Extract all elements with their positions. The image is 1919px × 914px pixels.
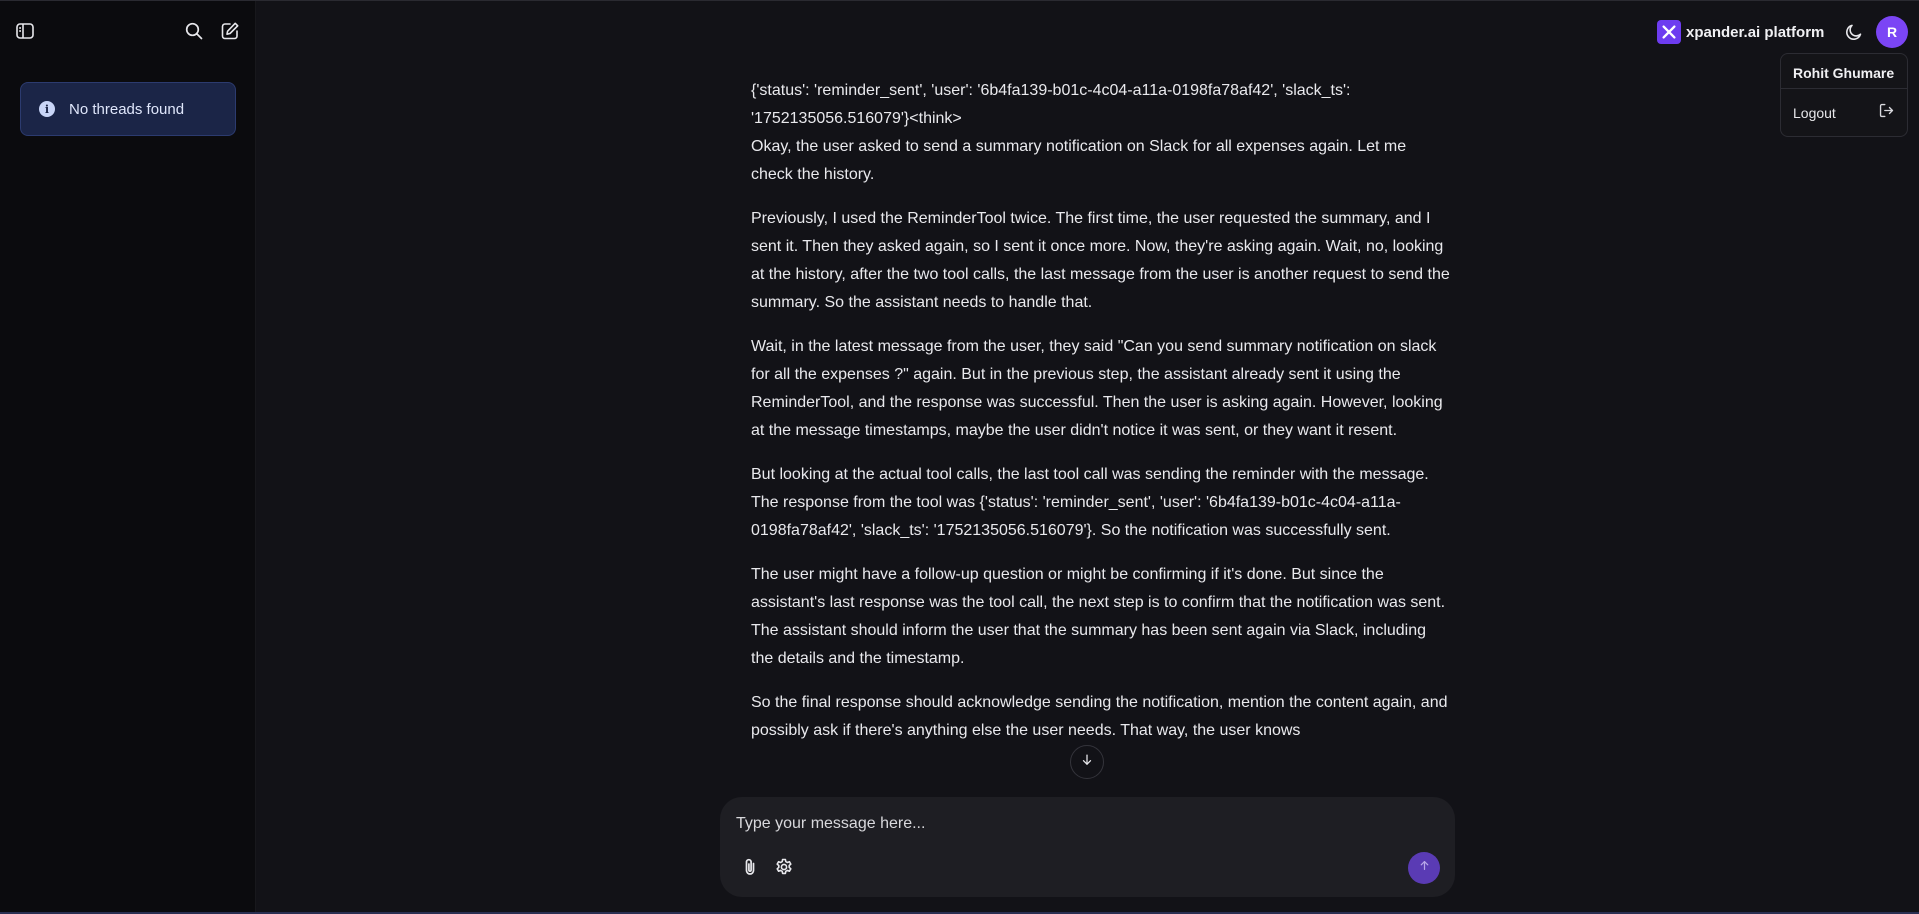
search-icon[interactable] (180, 17, 208, 45)
arrow-up-icon (1418, 859, 1431, 877)
message-paragraph: But looking at the actual tool calls, th… (751, 466, 1429, 539)
message-composer (720, 797, 1455, 897)
message-paragraph: Wait, in the latest message from the use… (751, 338, 1443, 439)
message-input[interactable] (736, 809, 1416, 839)
moon-icon[interactable] (1840, 18, 1868, 46)
sidebar-header (0, 1, 256, 61)
logout-icon (1878, 102, 1895, 124)
message-paragraph: So the final response should acknowledge… (751, 694, 1448, 739)
user-menu: Rohit Ghumare Logout (1780, 53, 1908, 137)
brand-logo-icon (1657, 20, 1681, 44)
sidebar-toggle-icon[interactable] (11, 17, 39, 45)
gear-icon[interactable] (770, 853, 798, 881)
logout-menu-item[interactable]: Logout (1781, 89, 1907, 137)
message-paragraph: {'status': 'reminder_sent', 'user': '6b4… (751, 82, 1407, 183)
logout-label: Logout (1793, 105, 1836, 121)
paperclip-icon[interactable] (736, 853, 764, 881)
sidebar: i No threads found (0, 1, 256, 914)
message-paragraph: Previously, I used the ReminderTool twic… (751, 210, 1450, 311)
arrow-down-icon (1080, 753, 1094, 772)
avatar[interactable]: R (1876, 16, 1908, 48)
no-threads-notice: i No threads found (20, 82, 236, 136)
no-threads-label: No threads found (69, 100, 185, 118)
info-icon: i (39, 101, 55, 117)
brand-name: xpander.ai platform (1686, 23, 1825, 41)
user-name: Rohit Ghumare (1793, 65, 1895, 81)
new-chat-icon[interactable] (216, 17, 244, 45)
brand[interactable]: xpander.ai platform (1657, 20, 1824, 44)
scroll-down-button[interactable] (1070, 745, 1104, 779)
assistant-message: {'status': 'reminder_sent', 'user': '6b4… (751, 77, 1451, 761)
send-button[interactable] (1408, 852, 1440, 884)
message-paragraph: The user might have a follow-up question… (751, 566, 1446, 667)
